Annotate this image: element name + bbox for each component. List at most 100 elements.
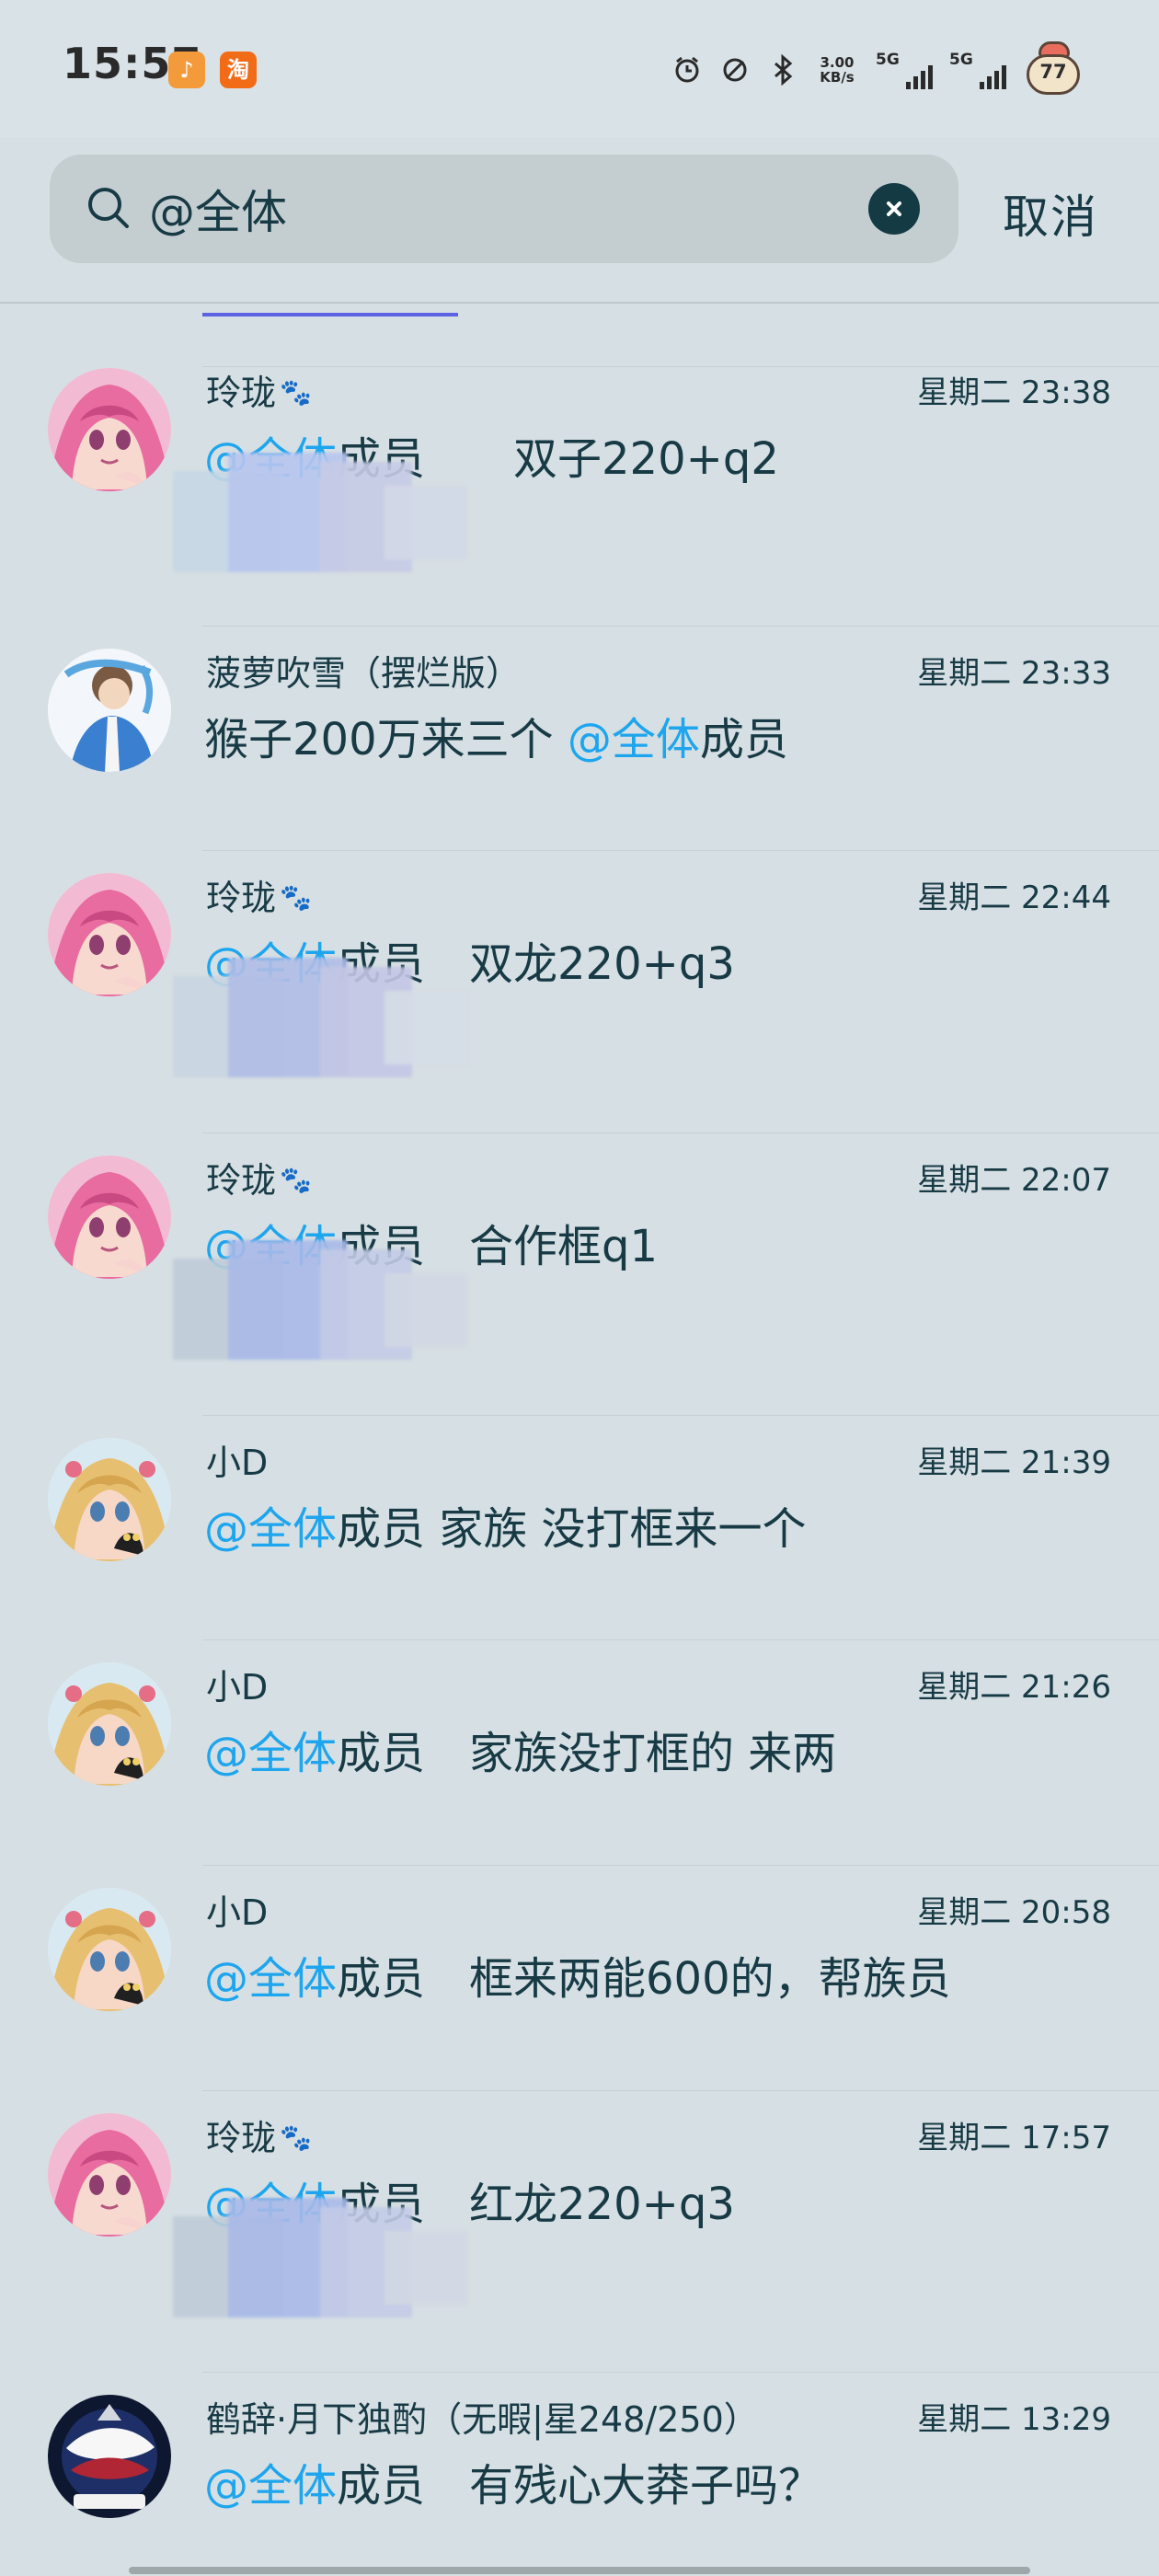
signal-bars-icon [980, 65, 1006, 89]
pink-hair-avatar[interactable] [48, 873, 171, 996]
mention-highlight[interactable]: @全体 [204, 1728, 337, 1779]
status-bar: 15:57 ♪ 淘 3.00 KB/s 5G 5G 77 [0, 0, 1159, 138]
signal-bars-icon [906, 65, 933, 89]
signal-label-1: 5G [876, 51, 900, 69]
do-not-disturb-icon [723, 58, 747, 82]
network-speed-value: 3.00 [820, 54, 855, 71]
search-result-row[interactable]: 小D 星期二 21:39 @全体成员 家族 没打框来一个 [0, 1438, 1159, 1662]
list-divider [202, 1865, 1159, 1866]
pink-hair-avatar[interactable] [48, 1156, 171, 1279]
sender-name-text: 玲珑 [206, 878, 277, 918]
system-icons: 3.00 KB/s 5G 5G 77 [671, 41, 1084, 98]
taobao-app-icon: 淘 [220, 52, 257, 88]
blonde-girl-avatar[interactable] [48, 1662, 171, 1786]
search-result-row[interactable]: 玲珑🐾 星期二 17:57 @全体成员 红龙220+q3 [0, 2113, 1159, 2395]
ninja-game-avatar[interactable] [48, 2395, 171, 2518]
search-result-row[interactable]: 小D 星期二 21:26 @全体成员 家族没打框的 来两 [0, 1662, 1159, 1888]
search-results-list[interactable]: 玲珑🐾 星期二 23:38 @全体成员 双子220+q2 菠萝吹雪（摆烂版） 星… [0, 304, 1159, 2576]
search-result-row[interactable]: 玲珑🐾 星期二 22:07 @全体成员 合作框q1 [0, 1156, 1159, 1438]
list-divider [202, 1639, 1159, 1640]
list-divider [202, 2372, 1159, 2373]
message-time: 星期二 23:33 [917, 655, 1111, 692]
message-preview: @全体成员 家族 没打框来一个 [204, 1501, 1106, 1558]
message-time: 星期二 21:39 [917, 1444, 1111, 1481]
message-text: 成员 有残心大莽子吗？ [337, 2460, 823, 2512]
mention-highlight[interactable]: @全体 [204, 1503, 337, 1555]
sender-name: 小D [206, 1664, 905, 1710]
redacted-image-blur [173, 2198, 467, 2336]
sender-name-text: 小D [206, 1443, 269, 1483]
battery-level: 77 [1039, 61, 1067, 83]
message-time: 星期二 13:29 [917, 2401, 1111, 2438]
redacted-image-blur [173, 1240, 467, 1378]
battery-icon: 77 [1023, 41, 1084, 98]
list-divider [202, 1415, 1159, 1416]
network-speed-unit: KB/s [820, 69, 855, 86]
redacted-image-blur [173, 958, 467, 1096]
mention-highlight[interactable]: @全体 [204, 1953, 337, 2005]
list-divider [202, 2090, 1159, 2091]
cancel-button[interactable]: 取消 [1003, 180, 1098, 247]
search-result-row[interactable]: 玲珑🐾 星期二 22:44 @全体成员 双龙220+q3 [0, 873, 1159, 1156]
message-text: 成员 [699, 714, 788, 765]
search-result-row[interactable]: 小D 星期二 20:58 @全体成员 框来两能600的，帮族员 [0, 1888, 1159, 2113]
signal-label-2: 5G [949, 51, 973, 69]
sender-name: 菠萝吹雪（摆烂版） [206, 650, 905, 696]
message-prefix: 猴子200万来三个 [204, 714, 568, 765]
message-preview: 猴子200万来三个 @全体成员 [204, 711, 1106, 768]
message-time: 星期二 22:44 [917, 880, 1111, 916]
mention-highlight[interactable]: @全体 [568, 714, 700, 765]
message-text: 成员 家族没打框的 来两 [337, 1728, 837, 1779]
signal-indicator-2: 5G [949, 51, 1006, 89]
pink-hair-avatar[interactable] [48, 368, 171, 491]
blonde-girl-avatar[interactable] [48, 1438, 171, 1561]
message-time: 星期二 20:58 [917, 1894, 1111, 1931]
search-result-row[interactable]: 鹤辞·月下独酌（无暇|星248/250） 星期二 13:29 @全体成员 有残心… [0, 2395, 1159, 2576]
paw-emoji-icon: 🐾 [280, 377, 312, 408]
sender-name-text: 玲珑 [206, 2118, 277, 2158]
signal-indicator-1: 5G [876, 51, 933, 89]
sender-name-text: 小D [206, 1667, 269, 1708]
blue-coat-avatar[interactable] [48, 649, 171, 772]
sender-name-text: 鹤辞·月下独酌（无暇|星248/250） [206, 2399, 759, 2440]
search-result-row[interactable]: 玲珑🐾 星期二 23:38 @全体成员 双子220+q2 [0, 368, 1159, 649]
paw-emoji-icon: 🐾 [280, 2122, 312, 2153]
list-divider [202, 626, 1159, 627]
paw-emoji-icon: 🐾 [280, 1165, 312, 1195]
network-speed: 3.00 KB/s [815, 55, 859, 85]
sender-name-text: 菠萝吹雪（摆烂版） [206, 653, 522, 694]
message-text: 成员 家族 没打框来一个 [337, 1503, 807, 1555]
message-time: 星期二 22:07 [917, 1162, 1111, 1199]
home-indicator[interactable] [129, 2567, 1030, 2574]
sender-name: 鹤辞·月下独酌（无暇|星248/250） [206, 2397, 905, 2443]
search-results-screen: 15:57 ♪ 淘 3.00 KB/s 5G 5G 77 @全体 取消 玲珑 🐾… [0, 0, 1159, 2576]
message-text: 成员 框来两能600的，帮族员 [337, 1953, 951, 2005]
search-box[interactable] [50, 155, 958, 263]
fliggy-app-icon: ♪ [168, 52, 205, 88]
clear-icon [887, 201, 901, 216]
sender-name: 玲珑 🐾 [206, 2115, 905, 2161]
clear-search-button[interactable] [868, 183, 920, 235]
search-input[interactable] [149, 173, 885, 245]
sender-name-text: 小D [206, 1892, 269, 1933]
message-time: 星期二 17:57 [917, 2120, 1111, 2156]
message-preview: @全体成员 框来两能600的，帮族员 [204, 1950, 1106, 2007]
message-time: 星期二 23:38 [917, 374, 1111, 411]
sender-name: 玲珑 🐾 [206, 370, 905, 416]
sender-name: 玲珑 🐾 [206, 875, 905, 921]
sender-name-text: 玲珑 [206, 1160, 277, 1201]
sender-name-text: 玲珑 [206, 373, 277, 413]
message-time: 星期二 21:26 [917, 1669, 1111, 1706]
mention-highlight[interactable]: @全体 [204, 2460, 337, 2512]
previous-message-link[interactable] [202, 304, 458, 316]
search-result-row[interactable]: 菠萝吹雪（摆烂版） 星期二 23:33 猴子200万来三个 @全体成员 [0, 649, 1159, 873]
list-divider [202, 366, 1159, 367]
blonde-girl-avatar[interactable] [48, 1888, 171, 2011]
alarm-clock-icon [675, 56, 699, 83]
redacted-image-blur [173, 453, 467, 591]
search-icon [88, 188, 129, 228]
sender-name: 小D [206, 1440, 905, 1486]
sender-name: 玲珑 🐾 [206, 1157, 905, 1203]
sender-name: 小D [206, 1890, 905, 1936]
pink-hair-avatar[interactable] [48, 2113, 171, 2237]
